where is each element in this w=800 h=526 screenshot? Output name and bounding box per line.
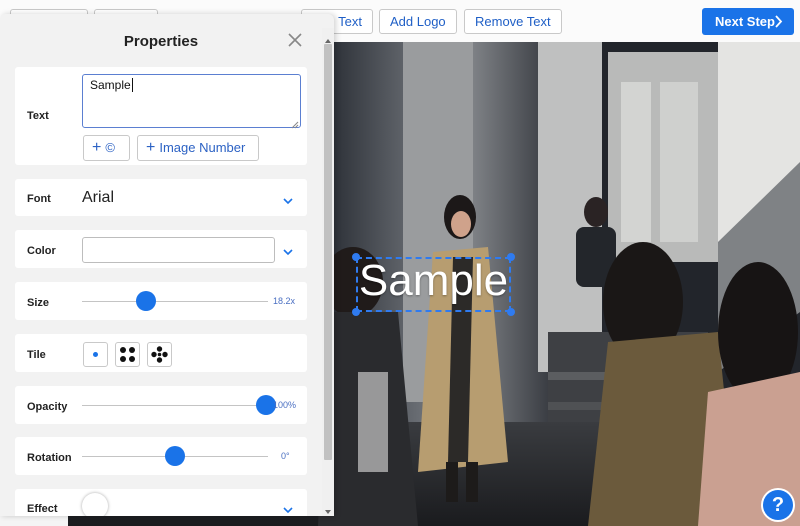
scroll-down-icon[interactable]: [324, 503, 332, 514]
color-row: Color: [15, 230, 307, 268]
color-input[interactable]: [82, 237, 275, 263]
effect-toggle[interactable]: [82, 493, 108, 516]
resize-handle-bottom-left[interactable]: [352, 308, 360, 316]
scroll-up-icon[interactable]: [324, 32, 332, 43]
watermark-text-input[interactable]: Sample: [82, 74, 301, 129]
add-text-label: Text: [338, 14, 362, 29]
chevron-down-icon[interactable]: [281, 193, 295, 205]
text-label: Text: [27, 110, 49, 122]
watermark-text[interactable]: Sample: [356, 256, 511, 306]
remove-text-label: Remove Text: [475, 14, 551, 29]
panel-title: Properties: [123, 33, 199, 50]
font-select-value[interactable]: Arial: [82, 189, 114, 207]
opacity-slider-track[interactable]: [82, 405, 268, 406]
copyright-label: ©: [105, 140, 115, 155]
size-row: Size 18.2x: [15, 282, 307, 320]
plus-icon: +: [92, 139, 102, 156]
watermark-text-value: Sample: [90, 78, 131, 92]
resize-grip-icon[interactable]: [291, 118, 299, 129]
text-row: Text Sample + © + Image Number: [15, 67, 307, 165]
add-copyright-button[interactable]: + ©: [83, 135, 130, 161]
five-dots-icon[interactable]: [147, 342, 172, 367]
next-step-label: Next Step: [715, 14, 775, 29]
add-logo-button[interactable]: Add Logo: [379, 9, 457, 34]
four-dots-icon[interactable]: [115, 342, 140, 367]
opacity-label: Opacity: [27, 401, 68, 413]
size-slider-track[interactable]: [82, 301, 268, 302]
opacity-row: Opacity 100%: [15, 386, 307, 424]
resize-handle-top-right[interactable]: [507, 253, 515, 261]
effect-row: Effect: [15, 489, 307, 516]
remove-text-button[interactable]: Remove Text: [464, 9, 562, 34]
plus-icon: +: [146, 139, 156, 156]
add-logo-label: Add Logo: [390, 14, 446, 29]
resize-handle-top-left[interactable]: [352, 253, 360, 261]
tile-label: Tile: [27, 349, 46, 361]
help-button[interactable]: ?: [763, 490, 793, 520]
image-number-label: Image Number: [159, 140, 246, 155]
resize-handle-bottom-right[interactable]: [507, 308, 515, 316]
rotation-label: Rotation: [27, 452, 72, 464]
chevron-down-icon[interactable]: [281, 502, 295, 514]
size-slider-knob[interactable]: [135, 291, 156, 311]
panel-scrollbar-thumb[interactable]: [324, 44, 332, 460]
opacity-value: 100%: [273, 400, 297, 410]
font-label: Font: [27, 193, 51, 205]
effect-label: Effect: [27, 503, 58, 515]
properties-panel: Properties Text Sample + © + Image Number …: [0, 14, 334, 516]
size-label: Size: [27, 297, 50, 309]
tile-row: Tile: [15, 334, 307, 372]
rotation-slider-knob[interactable]: [165, 446, 185, 466]
color-label: Color: [27, 245, 56, 257]
next-step-button[interactable]: Next Step: [702, 8, 794, 35]
size-value: 18.2x: [273, 296, 296, 306]
font-row[interactable]: Font Arial: [15, 179, 307, 216]
chevron-right-icon: [774, 8, 783, 44]
rotation-row: Rotation 0°: [15, 437, 307, 475]
help-label: ?: [771, 494, 785, 516]
single-dot-icon[interactable]: [83, 342, 108, 367]
close-icon[interactable]: [286, 31, 304, 49]
chevron-down-icon[interactable]: [281, 244, 295, 256]
add-image-number-button[interactable]: + Image Number: [137, 135, 259, 161]
rotation-value: 0°: [281, 451, 290, 461]
